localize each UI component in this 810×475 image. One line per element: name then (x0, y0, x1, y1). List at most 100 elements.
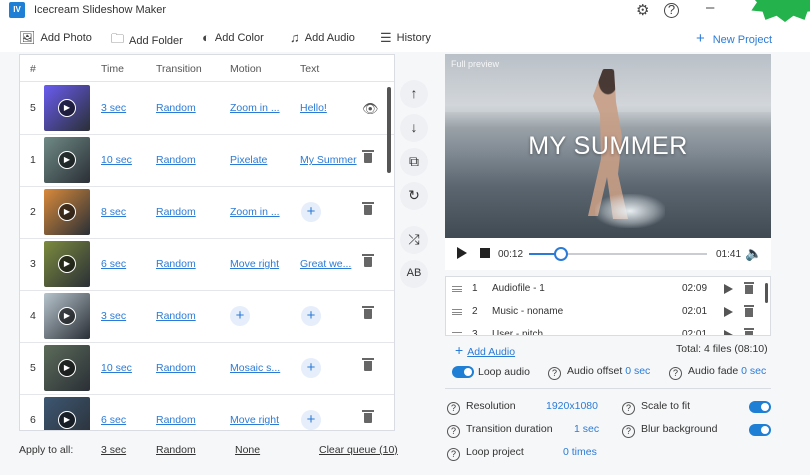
drag-handle-icon[interactable] (452, 286, 462, 292)
slide-motion-link[interactable]: Pixelate (230, 154, 267, 166)
apply-motion-link[interactable]: None (235, 444, 260, 456)
slide-thumbnail[interactable]: ▶ (44, 345, 90, 391)
audio-row[interactable]: 3 User - pitch 02:01 (446, 323, 764, 335)
slide-thumbnail[interactable]: ▶ (44, 241, 90, 287)
help-circle-icon[interactable]: ? (622, 402, 635, 415)
video-preview[interactable]: Full preview MY SUMMER (445, 54, 771, 238)
slide-time-link[interactable]: 10 sec (101, 362, 132, 374)
play-icon[interactable] (724, 284, 733, 294)
add-text-icon[interactable]: + (301, 202, 321, 222)
add-audio-button[interactable]: ♫ Add Audio (290, 30, 355, 45)
slide-text-link[interactable]: Hello! (300, 102, 327, 114)
audio-offset-value[interactable]: 0 sec (625, 365, 650, 377)
trash-icon[interactable] (362, 410, 374, 424)
stop-icon[interactable] (480, 248, 490, 258)
clear-queue-link[interactable]: Clear queue (10) (319, 444, 398, 456)
table-row[interactable]: 5 ▶ 10 sec Random Mosaic s... + (20, 343, 394, 395)
add-color-button[interactable]: ◐ Add Color (202, 30, 264, 45)
slide-transition-link[interactable]: Random (156, 102, 196, 114)
add-photo-button[interactable]: 🖼 Add Photo (19, 30, 92, 46)
add-folder-button[interactable]: 🗀 Add Folder (111, 30, 183, 52)
slide-motion-link[interactable]: Mosaic s... (230, 362, 280, 374)
help-circle-icon[interactable]: ? (447, 448, 460, 461)
slide-transition-link[interactable]: Random (156, 362, 196, 374)
help-circle-icon[interactable]: ? (548, 367, 561, 380)
help-circle-icon[interactable]: ? (669, 367, 682, 380)
trash-icon[interactable] (362, 202, 374, 216)
loop-project-value[interactable]: 0 times (563, 446, 597, 458)
duplicate-icon[interactable]: ⧉ (400, 148, 428, 176)
move-down-icon[interactable]: ↓ (400, 114, 428, 142)
help-circle-icon[interactable]: ? (447, 425, 460, 438)
slide-time-link[interactable]: 10 sec (101, 154, 132, 166)
history-button[interactable]: ☰ History (380, 30, 431, 46)
play-icon[interactable] (724, 307, 733, 317)
slide-transition-link[interactable]: Random (156, 414, 196, 426)
play-circle-icon[interactable]: ▶ (58, 151, 76, 169)
table-row[interactable]: 6 ▶ 6 sec Random Move right + (20, 395, 394, 430)
transition-duration-value[interactable]: 1 sec (574, 423, 599, 435)
audio-scrollbar[interactable] (765, 283, 768, 303)
audio-row[interactable]: 2 Music - noname 02:01 (446, 300, 764, 324)
drag-handle-icon[interactable] (452, 332, 462, 335)
scale-to-fit-toggle[interactable] (749, 401, 771, 413)
blur-background-toggle[interactable] (749, 424, 771, 436)
add-audio-link[interactable]: + Add Audio (455, 342, 515, 358)
add-motion-icon[interactable]: + (230, 306, 250, 326)
slide-time-link[interactable]: 6 sec (101, 414, 126, 426)
trash-icon[interactable] (744, 305, 754, 317)
play-circle-icon[interactable]: ▶ (58, 203, 76, 221)
play-circle-icon[interactable]: ▶ (58, 411, 76, 429)
play-circle-icon[interactable]: ▶ (58, 307, 76, 325)
volume-icon[interactable]: 🔈 (745, 245, 762, 262)
slide-time-link[interactable]: 3 sec (101, 102, 126, 114)
play-icon[interactable] (724, 330, 733, 335)
table-row[interactable]: 4 ▶ 3 sec Random + + (20, 291, 394, 343)
gear-icon[interactable]: ⚙ (636, 1, 649, 19)
move-up-icon[interactable]: ↑ (400, 80, 428, 108)
trash-icon[interactable] (362, 150, 374, 164)
slide-time-link[interactable]: 6 sec (101, 258, 126, 270)
loop-audio-toggle[interactable] (452, 366, 474, 378)
slide-transition-link[interactable]: Random (156, 310, 196, 322)
play-circle-icon[interactable]: ▶ (58, 255, 76, 273)
slide-thumbnail[interactable]: ▶ (44, 397, 90, 430)
trash-icon[interactable] (362, 358, 374, 372)
play-circle-icon[interactable]: ▶ (58, 99, 76, 117)
sort-ab-icon[interactable]: AB (400, 260, 428, 288)
slide-motion-link[interactable]: Zoom in ... (230, 206, 280, 218)
slide-motion-link[interactable]: Move right (230, 258, 279, 270)
slide-text-link[interactable]: Great we... (300, 258, 351, 270)
play-icon[interactable] (457, 247, 467, 259)
slide-transition-link[interactable]: Random (156, 258, 196, 270)
shuffle-icon[interactable]: ⤮ (400, 226, 428, 254)
seek-knob[interactable] (554, 247, 569, 261)
new-project-button[interactable]: + New Project (696, 30, 772, 47)
add-text-icon[interactable]: + (301, 410, 321, 430)
apply-transition-link[interactable]: Random (156, 444, 196, 456)
slide-thumbnail[interactable]: ▶ (44, 85, 90, 131)
add-text-icon[interactable]: + (301, 306, 321, 326)
table-row[interactable]: 2 ▶ 8 sec Random Zoom in ... + (20, 187, 394, 239)
resolution-value[interactable]: 1920x1080 (546, 400, 598, 412)
promo-badge[interactable] (750, 0, 810, 22)
table-row[interactable]: 3 ▶ 6 sec Random Move right Great we... (20, 239, 394, 291)
slide-motion-link[interactable]: Move right (230, 414, 279, 426)
slide-thumbnail[interactable]: ▶ (44, 189, 90, 235)
slide-transition-link[interactable]: Random (156, 206, 196, 218)
queue-scrollbar[interactable] (387, 87, 391, 173)
help-icon[interactable]: ? (664, 3, 679, 18)
help-circle-icon[interactable]: ? (447, 402, 460, 415)
trash-icon[interactable] (744, 282, 754, 294)
table-row[interactable]: 1 ▶ 10 sec Random Pixelate My Summer (20, 135, 394, 187)
drag-handle-icon[interactable] (452, 309, 462, 315)
slide-thumbnail[interactable]: ▶ (44, 293, 90, 339)
apply-time-link[interactable]: 3 sec (101, 444, 126, 456)
table-row[interactable]: 5 ▶ 3 sec Random Zoom in ... Hello! 👁 (20, 83, 394, 135)
slide-text-link[interactable]: My Summer (300, 154, 357, 166)
trash-icon[interactable] (362, 306, 374, 320)
trash-icon[interactable] (362, 254, 374, 268)
help-circle-icon[interactable]: ? (622, 425, 635, 438)
slide-motion-link[interactable]: Zoom in ... (230, 102, 280, 114)
slide-time-link[interactable]: 8 sec (101, 206, 126, 218)
